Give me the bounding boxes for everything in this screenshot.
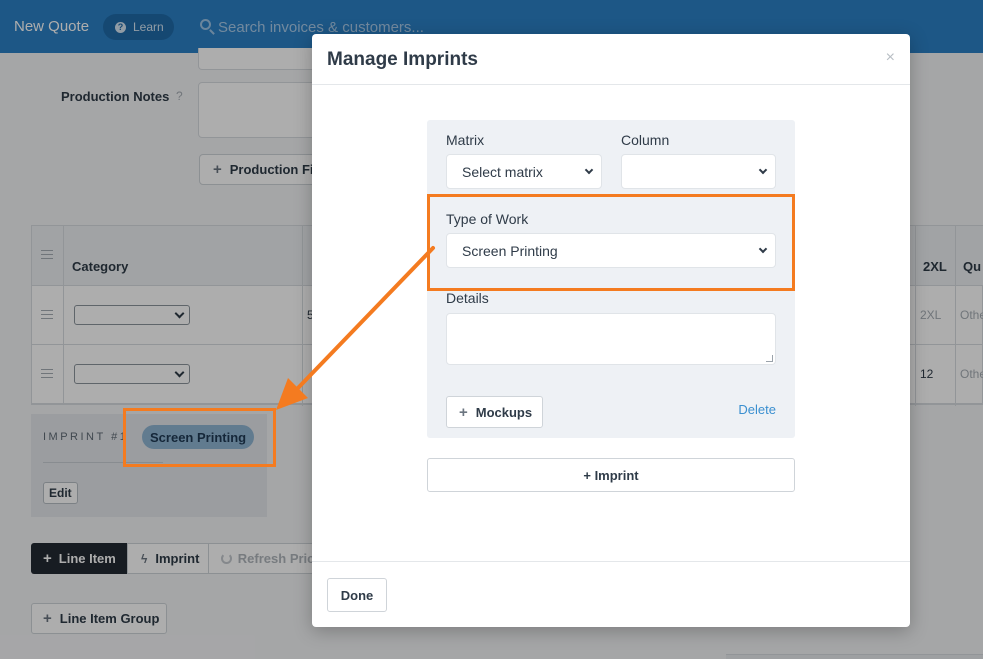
mockups-label: Mockups bbox=[475, 404, 533, 420]
resize-handle-icon[interactable] bbox=[766, 355, 773, 362]
add-imprint-button[interactable]: + Imprint bbox=[427, 458, 795, 492]
delete-imprint-link[interactable]: Delete bbox=[738, 402, 776, 417]
column-label: Column bbox=[621, 132, 670, 148]
divider bbox=[312, 561, 910, 562]
details-label: Details bbox=[446, 290, 489, 306]
done-button[interactable]: Done bbox=[327, 578, 387, 612]
chevron-down-icon bbox=[584, 165, 594, 175]
close-icon[interactable]: × bbox=[886, 49, 895, 67]
divider bbox=[312, 84, 910, 85]
column-select[interactable] bbox=[621, 154, 776, 189]
highlight-box bbox=[123, 408, 276, 467]
matrix-value: Select matrix bbox=[462, 163, 543, 180]
mockups-button[interactable]: + Mockups bbox=[446, 396, 543, 428]
details-textarea[interactable] bbox=[446, 313, 776, 365]
matrix-label: Matrix bbox=[446, 132, 485, 148]
manage-imprints-modal: Manage Imprints × Matrix Select matrix C… bbox=[312, 34, 910, 627]
matrix-select[interactable]: Select matrix bbox=[446, 154, 602, 189]
highlight-box bbox=[427, 194, 795, 291]
modal-title: Manage Imprints bbox=[327, 49, 478, 70]
chevron-down-icon bbox=[758, 165, 768, 175]
plus-icon: + bbox=[459, 403, 468, 421]
